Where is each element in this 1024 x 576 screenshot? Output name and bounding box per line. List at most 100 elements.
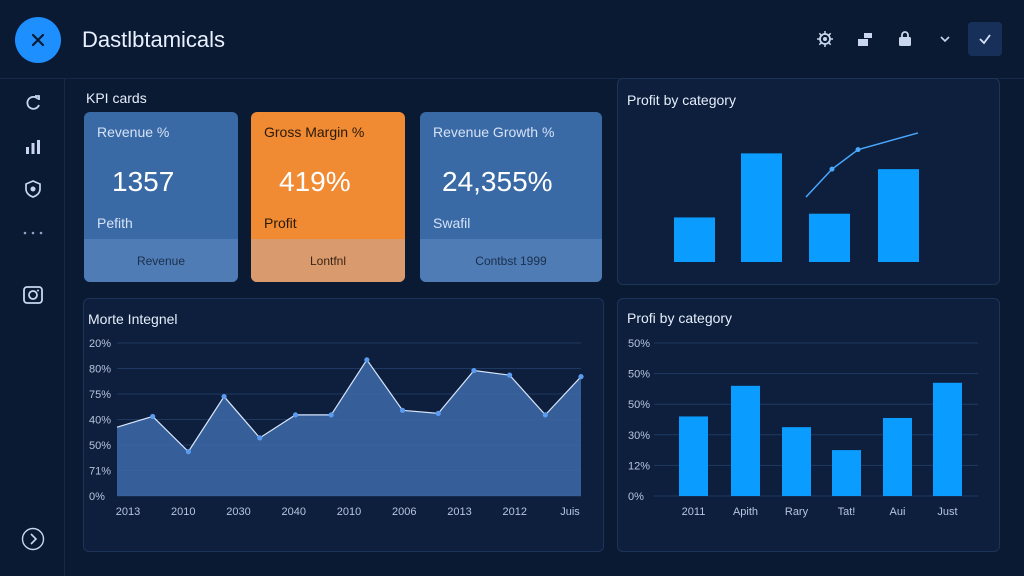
kpi-card-revenue-growth[interactable]: Revenue Growth % 24,355% Swafil Contbst … (420, 112, 602, 282)
sidebar-collapse-button[interactable] (20, 526, 46, 552)
sidebar-item-camera[interactable] (20, 282, 46, 308)
data-point (507, 372, 513, 378)
y-tick-label: 80% (89, 364, 111, 376)
bar (674, 217, 715, 262)
gear-icon (817, 31, 833, 47)
x-tick-label: 2012 (503, 506, 527, 518)
data-point (399, 407, 406, 413)
y-tick-label: 20% (89, 338, 111, 350)
bar (782, 427, 811, 496)
trend-point (855, 147, 861, 153)
y-tick-label: 75% (89, 389, 111, 401)
kpi-subtitle: Pefith (97, 215, 133, 231)
sidebar-item-security[interactable] (20, 176, 46, 202)
sidebar-item-charts[interactable] (20, 134, 46, 160)
export-button[interactable] (848, 22, 882, 56)
data-point (578, 374, 584, 380)
trend-point (829, 166, 835, 172)
x-tick-label: Juis (560, 506, 580, 518)
kpi-footer: Revenue (84, 239, 238, 282)
x-tick-label: Aui (890, 506, 906, 518)
y-tick-label: 0% (628, 491, 644, 503)
x-tick-label: 2006 (392, 506, 416, 518)
kpi-value: 24,355% (442, 166, 553, 197)
bar (883, 417, 912, 496)
bar-chart-icon (26, 140, 40, 154)
kpi-subtitle: Profit (264, 215, 297, 231)
y-tick-label: 71% (89, 466, 111, 478)
lock-icon (899, 31, 911, 46)
x-tick-label: Tat! (838, 506, 856, 518)
x-tick-label: 2010 (337, 506, 361, 518)
kpi-subtitle: Swafil (433, 215, 471, 231)
profit-by-category-panel-2: Profi by category 50% 50% 50% 30% 12% 0% 2011 A… (617, 298, 1000, 552)
sidebar (0, 78, 65, 576)
refresh-icon (26, 95, 40, 110)
y-tick-label: 40% (89, 415, 111, 427)
y-tick-label: 30% (628, 430, 650, 442)
x-tick-label: 2011 (682, 506, 706, 518)
chevron-right-icon (21, 527, 45, 551)
data-point (292, 412, 299, 418)
profit-by-category-panel: Profit by category (617, 78, 1000, 285)
data-point (471, 367, 477, 374)
check-icon (979, 34, 991, 45)
area-fill (117, 359, 581, 496)
x-tick-label: 2030 (226, 506, 250, 518)
data-point (185, 449, 191, 455)
bar (832, 450, 861, 496)
more-icon (23, 231, 43, 235)
y-tick-label: 12% (628, 460, 650, 472)
confirm-button[interactable] (968, 22, 1002, 56)
camera-icon (23, 286, 43, 304)
kpi-value: 1357 (112, 166, 175, 197)
shield-icon (25, 180, 41, 198)
bar (731, 385, 760, 496)
kpi-card-gross-margin[interactable]: Gross Margin % 419% Profit Lontfnl (251, 112, 405, 282)
data-point (328, 412, 334, 418)
x-tick-label: Rary (785, 506, 809, 518)
bar (679, 416, 708, 496)
data-point (257, 435, 263, 441)
app-title: Dastlbtamicals (82, 27, 226, 52)
x-tick-label: 2013 (116, 506, 140, 518)
bar (741, 153, 782, 262)
area-chart: 20% 80% 75% 40% 50% 71% 0% 2013 2010 2030 2040 2010… (89, 338, 584, 518)
data-point (150, 413, 156, 420)
profit-by-category-chart (674, 132, 919, 262)
chevron-down-icon (940, 36, 950, 43)
kpi-label: Revenue % (97, 124, 170, 140)
x-tick-label: Apith (733, 506, 758, 518)
kpi-card-revenue[interactable]: Revenue % 1357 Pefith Revenue (84, 112, 238, 282)
y-tick-label: 50% (628, 399, 650, 411)
kpi-label: Gross Margin % (264, 124, 365, 140)
close-icon (31, 33, 45, 47)
data-point (364, 357, 370, 363)
close-button[interactable] (15, 17, 61, 63)
y-tick-label: 50% (628, 369, 650, 381)
toolbar (802, 22, 1002, 56)
kpi-label: Revenue Growth % (433, 124, 555, 140)
data-point (542, 412, 548, 418)
y-tick-label: 50% (89, 440, 111, 452)
dropdown-button[interactable] (928, 22, 962, 56)
data-point (221, 393, 227, 400)
lock-button[interactable] (888, 22, 922, 56)
kpi-footer: Lontfnl (251, 239, 405, 282)
x-tick-label: Just (937, 506, 957, 518)
settings-button[interactable] (808, 22, 842, 56)
bar (933, 382, 962, 496)
sidebar-item-more[interactable] (20, 220, 46, 246)
bar-chart: 50% 50% 50% 30% 12% 0% 2011 Apith Rary Tat! Aui Jus… (628, 338, 978, 518)
x-tick-label: 2013 (447, 506, 471, 518)
kpi-value: 419% (279, 166, 351, 197)
sidebar-item-refresh[interactable] (20, 90, 46, 116)
y-tick-label: 50% (628, 338, 650, 350)
top-bar: Dastlbtamicals (0, 0, 1024, 79)
line-chart-panel: Morte Integnel 20% 80% 75% 40% 50% 71% 0% 2013 2… (83, 298, 604, 552)
y-tick-label: 0% (89, 491, 105, 503)
x-tick-label: 2010 (171, 506, 195, 518)
kpi-footer: Contbst 1999 (420, 239, 602, 282)
x-tick-label: 2040 (282, 506, 306, 518)
bar (809, 213, 850, 262)
